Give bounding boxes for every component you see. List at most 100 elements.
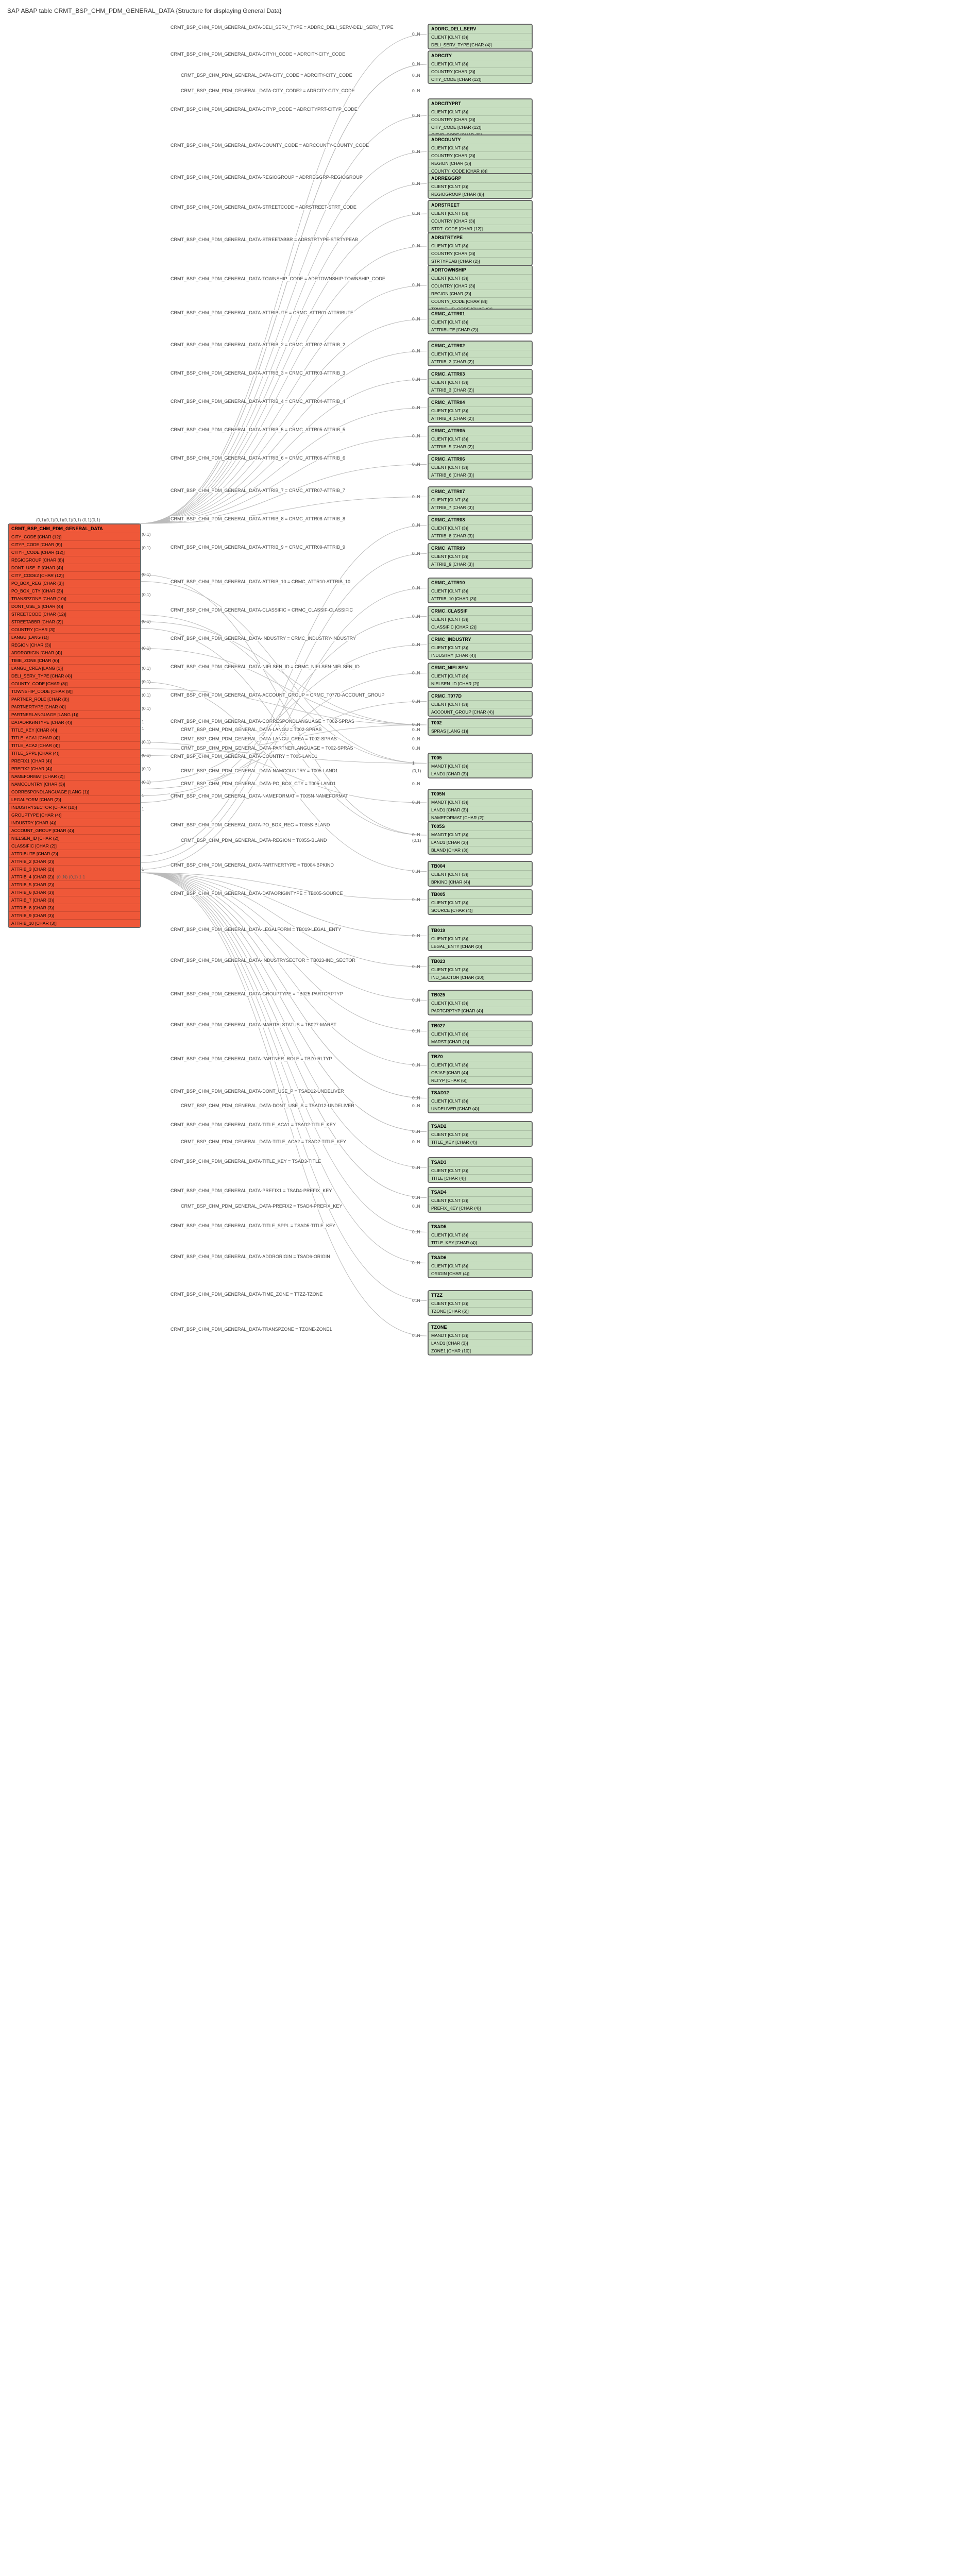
- target-entity-row: CLIENT [CLNT (3)]: [429, 1166, 532, 1174]
- source-entity-row: CITYH_CODE [CHAR (12)]: [9, 548, 140, 556]
- target-entity-header: CRMC_ATTR01: [429, 310, 532, 318]
- target-cardinality: 0..N: [412, 1204, 420, 1209]
- target-entity-row: REGION [CHAR (3)]: [429, 290, 532, 297]
- source-entity-row: ATTRIB_2 [CHAR (2)]: [9, 857, 140, 865]
- target-entity-header: ADRCOUNTY: [429, 135, 532, 144]
- target-entity-header: CRMC_ATTR02: [429, 342, 532, 350]
- target-cardinality: 0..N: [412, 585, 420, 590]
- target-cardinality: 0..N: [412, 31, 420, 37]
- target-entity-row: ATTRIB_7 [CHAR (3)]: [429, 503, 532, 511]
- target-entity-row: CLIENT [CLNT (3)]: [429, 406, 532, 414]
- target-entity-header: TZONE: [429, 1323, 532, 1331]
- source-entity-row: TITLE_ACA1 [CHAR (4)]: [9, 734, 140, 741]
- target-cardinality: 0..N: [412, 1103, 420, 1108]
- target-entity-header: CRMC_INDUSTRY: [429, 635, 532, 643]
- source-entity-row: ATTRIB_7 [CHAR (3)]: [9, 896, 140, 904]
- target-entity: CRMC_ATTR05CLIENT [CLNT (3)]ATTRIB_5 [CH…: [428, 426, 533, 451]
- target-entity-row: ATTRIB_5 [CHAR (2)]: [429, 443, 532, 450]
- target-entity-row: LAND1 [CHAR (3)]: [429, 838, 532, 846]
- source-cardinality: (0,1): [142, 592, 150, 597]
- target-entity-row: MANDT [CLNT (3)]: [429, 831, 532, 838]
- target-entity-row: CLIENT [CLNT (3)]: [429, 1061, 532, 1069]
- target-cardinality: 0..N: [412, 522, 420, 528]
- source-entity-row: COUNTRY [CHAR (3)]: [9, 625, 140, 633]
- edge-label: CRMT_BSP_CHM_PDM_GENERAL_DATA-ATTRIBUTE …: [170, 310, 354, 315]
- target-entity-row: CLIENT [CLNT (3)]: [429, 463, 532, 471]
- target-entity-header: T005S: [429, 822, 532, 831]
- target-entity-row: REGION [CHAR (3)]: [429, 159, 532, 167]
- target-cardinality: 0..N: [412, 113, 420, 118]
- source-entity-row: PREFIX2 [CHAR (4)]: [9, 765, 140, 772]
- target-entity-row: CLIENT [CLNT (3)]: [429, 1231, 532, 1239]
- page-title: SAP ABAP table CRMT_BSP_CHM_PDM_GENERAL_…: [5, 5, 964, 19]
- target-entity-row: ATTRIB_4 [CHAR (2)]: [429, 414, 532, 422]
- target-entity: TSAD2CLIENT [CLNT (3)]TITLE_KEY [CHAR (4…: [428, 1121, 533, 1147]
- target-entity-row: LAND1 [CHAR (3)]: [429, 1339, 532, 1347]
- target-entity: TB004CLIENT [CLNT (3)]BPKIND [CHAR (4)]: [428, 861, 533, 887]
- target-entity-header: CRMC_ATTR05: [429, 427, 532, 435]
- target-cardinality: 0..N: [412, 1028, 420, 1033]
- target-entity-row: CLIENT [CLNT (3)]: [429, 1196, 532, 1204]
- target-entity-header: TB019: [429, 926, 532, 935]
- source-entity-row: LANGU_CREA [LANG (1)]: [9, 664, 140, 672]
- target-entity-header: TSAD3: [429, 1158, 532, 1166]
- target-entity-row: MARST [CHAR (1)]: [429, 1038, 532, 1045]
- source-entity-row: NIELSEN_ID [CHAR (2)]: [9, 834, 140, 842]
- target-cardinality: 0..N: [412, 377, 420, 382]
- target-entity-header: ADRTOWNSHIP: [429, 266, 532, 274]
- target-entity-row: ATTRIBUTE [CHAR (2)]: [429, 326, 532, 333]
- source-bottom-cardinalities: (0..N) (0,1) 1 1: [57, 874, 85, 879]
- source-entity-row: TITLE_KEY [CHAR (4)]: [9, 726, 140, 734]
- target-entity-row: TITLE [CHAR (4)]: [429, 1174, 532, 1182]
- edge-label: CRMT_BSP_CHM_PDM_GENERAL_DATA-STREETCODE…: [170, 205, 357, 210]
- target-entity-row: CLIENT [CLNT (3)]: [429, 435, 532, 443]
- target-entity-header: TTZZ: [429, 1291, 532, 1299]
- target-entity: CRMC_ATTR10CLIENT [CLNT (3)]ATTRIB_10 [C…: [428, 578, 533, 603]
- target-entity-row: CLIENT [CLNT (3)]: [429, 378, 532, 386]
- edge-label: CRMT_BSP_CHM_PDM_GENERAL_DATA-CORRESPOND…: [170, 719, 355, 724]
- target-entity-row: CLIENT [CLNT (3)]: [429, 999, 532, 1007]
- target-entity-row: COUNTRY [CHAR (3)]: [429, 282, 532, 290]
- target-entity-row: CLIENT [CLNT (3)]: [429, 965, 532, 973]
- target-cardinality: 0..N: [412, 88, 420, 93]
- target-entity: T005NMANDT [CLNT (3)]LAND1 [CHAR (3)]NAM…: [428, 789, 533, 822]
- source-cardinality: (0,1): [142, 646, 150, 651]
- source-cardinality: (0,1): [142, 779, 150, 785]
- target-entity-row: RLTYP [CHAR (6)]: [429, 1076, 532, 1084]
- target-entity-header: T005: [429, 754, 532, 762]
- target-entity-row: TITLE_KEY [CHAR (4)]: [429, 1239, 532, 1246]
- edge-label: CRMT_BSP_CHM_PDM_GENERAL_DATA-ATTRIB_7 =…: [170, 488, 346, 493]
- target-entity-row: ATTRIB_9 [CHAR (3)]: [429, 560, 532, 568]
- target-entity-row: CLIENT [CLNT (3)]: [429, 1130, 532, 1138]
- source-top-cardinalities: (0,1)(0,1)(0,1)(0,1)(0,1) (0,1)(0,1): [36, 517, 100, 522]
- source-entity-row: STREETCODE [CHAR (12)]: [9, 610, 140, 618]
- source-entity-header: CRMT_BSP_CHM_PDM_GENERAL_DATA: [9, 524, 140, 533]
- target-entity-row: TZONE [CHAR (6)]: [429, 1307, 532, 1315]
- target-cardinality: 0..N: [412, 1333, 420, 1338]
- source-entity-row: TOWNSHIP_CODE [CHAR (8)]: [9, 687, 140, 695]
- source-cardinality: (0,1): [142, 753, 150, 758]
- edge-label: CRMT_BSP_CHM_PDM_GENERAL_DATA-LANGU = T0…: [180, 727, 322, 732]
- target-entity-row: LAND1 [CHAR (3)]: [429, 806, 532, 814]
- edge-label: CRMT_BSP_CHM_PDM_GENERAL_DATA-ADDRORIGIN…: [170, 1254, 331, 1259]
- edge-label: CRMT_BSP_CHM_PDM_GENERAL_DATA-ATTRIB_8 =…: [170, 516, 346, 521]
- target-entity: CRMC_ATTR08CLIENT [CLNT (3)]ATTRIB_8 [CH…: [428, 515, 533, 540]
- target-entity-header: ADRSTREET: [429, 201, 532, 209]
- edge-label: CRMT_BSP_CHM_PDM_GENERAL_DATA-PO_BOX_CTY…: [180, 781, 336, 786]
- target-entity: TB019CLIENT [CLNT (3)]LEGAL_ENTY [CHAR (…: [428, 925, 533, 951]
- edge-label: CRMT_BSP_CHM_PDM_GENERAL_DATA-CITY_CODE2…: [180, 88, 355, 93]
- target-entity-row: UNDELIVER [CHAR (4)]: [429, 1105, 532, 1112]
- source-entity-row: CITY_CODE2 [CHAR (12)]: [9, 571, 140, 579]
- target-entity-row: CLIENT [CLNT (3)]: [429, 1097, 532, 1105]
- source-entity-row: LANGU [LANG (1)]: [9, 633, 140, 641]
- edge-label: CRMT_BSP_CHM_PDM_GENERAL_DATA-NAMCOUNTRY…: [180, 768, 338, 773]
- target-entity-header: TSAD5: [429, 1223, 532, 1231]
- target-entity: CRMC_ATTR02CLIENT [CLNT (3)]ATTRIB_2 [CH…: [428, 341, 533, 366]
- source-entity: CRMT_BSP_CHM_PDM_GENERAL_DATACITY_CODE […: [8, 523, 141, 928]
- target-entity-header: CRMC_ATTR03: [429, 370, 532, 378]
- source-cardinality: (0,1): [142, 739, 150, 744]
- target-entity-row: INDUSTRY [CHAR (4)]: [429, 651, 532, 659]
- target-entity-row: ATTRIB_6 [CHAR (3)]: [429, 471, 532, 479]
- source-entity-row: PARTNERTYPE [CHAR (4)]: [9, 703, 140, 710]
- edge-label: CRMT_BSP_CHM_PDM_GENERAL_DATA-TITLE_ACA2…: [180, 1139, 347, 1144]
